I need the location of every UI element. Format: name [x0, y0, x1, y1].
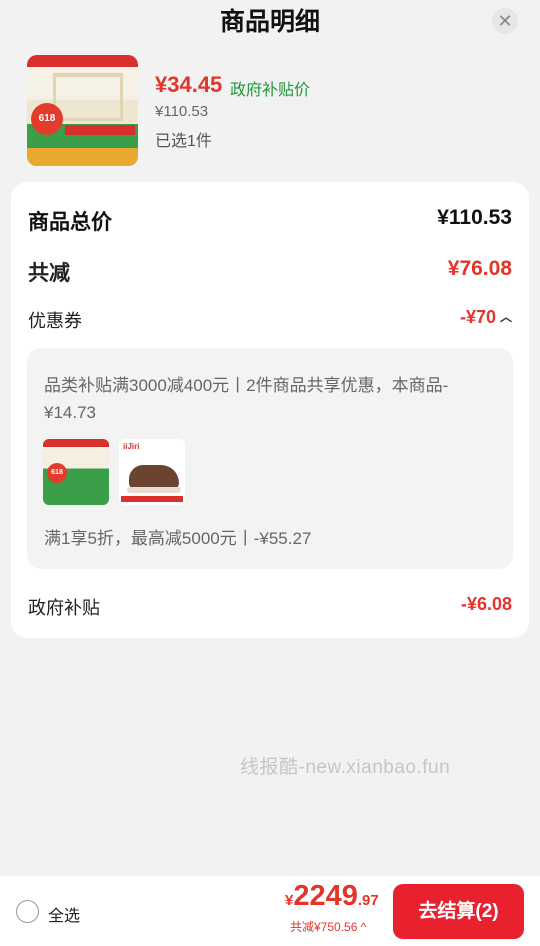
coupon-detail-box: 品类补贴满3000减400元丨2件商品共享优惠，本商品-¥14.73 618 i… — [27, 348, 513, 569]
checkout-button[interactable]: 去结算(2) — [393, 884, 524, 939]
thumb-bar — [65, 125, 135, 135]
mini-bar — [121, 496, 183, 502]
coupon-desc-category: 品类补贴满3000减400元丨2件商品共享优惠，本商品-¥14.73 — [44, 376, 449, 422]
coupon-value: -¥70 — [459, 307, 496, 327]
price-detail-card: 商品总价 ¥110.53 共减 ¥76.08 优惠券 -¥70 ︿ 品类补贴满30… — [11, 182, 529, 638]
select-all-radio-icon[interactable] — [16, 900, 39, 923]
total-integer: 2249 — [293, 880, 358, 912]
product-summary: 618 ¥34.45 政府补贴价 ¥110.53 已选1件 — [27, 55, 517, 167]
mini-banner — [43, 439, 109, 447]
shoe-image — [129, 465, 179, 489]
select-all-label[interactable]: 全选 — [48, 902, 80, 926]
shoe-sole — [127, 487, 181, 493]
thumb-footer — [27, 148, 138, 166]
total-discount[interactable]: 共减¥750.56 ^ — [290, 918, 366, 935]
mini-618-badge: 618 — [47, 463, 67, 483]
thumb-618-badge: 618 — [31, 103, 63, 135]
product-price: ¥34.45 — [155, 72, 223, 97]
reduce-label: 共减 — [28, 262, 70, 285]
chevron-up-icon[interactable]: ︿ — [500, 308, 512, 325]
coupon-product-thumb-1[interactable]: 618 — [43, 439, 109, 505]
original-price: ¥110.53 — [155, 103, 209, 120]
selected-count: 已选1件 — [155, 133, 212, 150]
subsidy-value: -¥6.08 — [460, 594, 512, 614]
product-thumbnail[interactable]: 618 — [27, 55, 138, 166]
mini-brand: iiJiri — [123, 442, 140, 451]
page-title: 商品明细 — [219, 8, 320, 36]
close-icon[interactable]: ✕ — [492, 8, 518, 34]
reduce-value: ¥76.08 — [447, 257, 512, 280]
checkout-bar: 全选 ¥2249.97 共减¥750.56 ^ 去结算(2) — [0, 876, 540, 946]
total-amount: ¥2249.97 — [285, 880, 379, 913]
coupon-desc-discount: 满1享5折，最高减5000元丨-¥55.27 — [44, 529, 312, 548]
thumb-shelf — [53, 73, 123, 121]
subsidy-price-label: 政府补贴价 — [230, 82, 311, 99]
thumb-banner — [27, 55, 138, 67]
coupon-product-thumb-2[interactable]: iiJiri — [119, 439, 185, 505]
total-price-value: ¥110.53 — [437, 206, 512, 229]
coupon-value-wrap[interactable]: -¥70 ︿ — [460, 307, 512, 328]
subsidy-label: 政府补贴 — [28, 598, 100, 618]
total-price-label: 商品总价 — [28, 211, 112, 234]
coupon-label: 优惠券 — [28, 311, 82, 331]
watermark: 线报酷-new.xianbao.fun — [240, 757, 451, 778]
total-decimal: .97 — [357, 892, 379, 909]
